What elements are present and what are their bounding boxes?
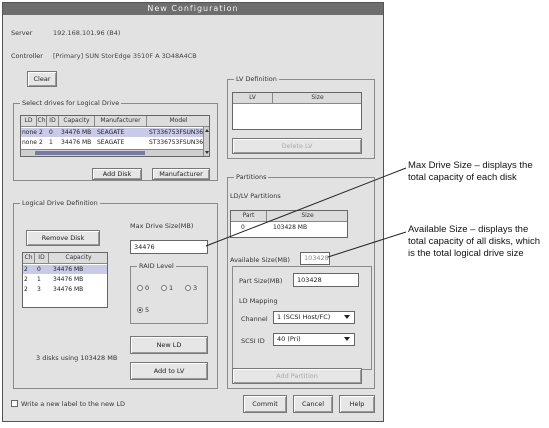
available-size-callout: Available Size – displays the total capa…: [408, 224, 541, 259]
max-drive-size-callout: Max Drive Size – displays the total capa…: [408, 160, 533, 183]
max-drive-callout-line: [205, 167, 407, 247]
callout-lines: [205, 167, 407, 258]
available-size-callout-line: [327, 231, 407, 258]
